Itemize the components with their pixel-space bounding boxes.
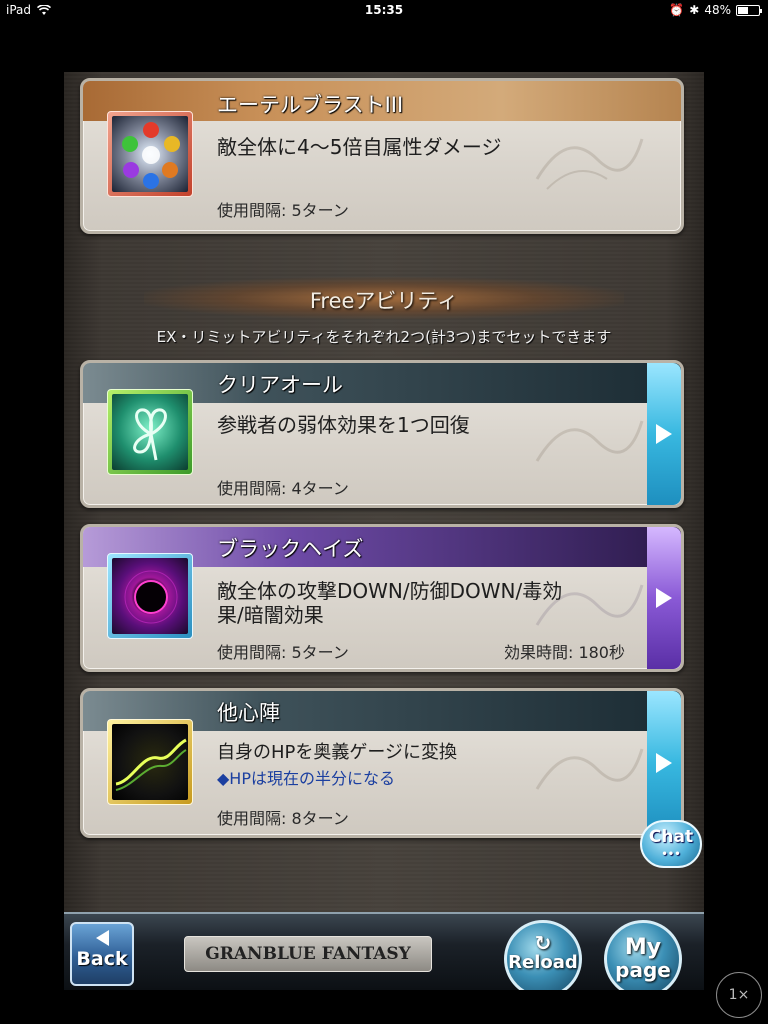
zoom-button[interactable]: 1× <box>716 972 762 1018</box>
footer-bar: Back GRANBLUE FANTASY ↻ Reload My page <box>64 912 704 990</box>
status-bar: iPad 15:35 ⏰ ✱ 48% <box>0 0 768 20</box>
ability-interval: 使用間隔: 4ターン <box>217 479 349 498</box>
section-title: Freeアビリティ <box>309 289 459 313</box>
ability-card-aether-blast[interactable]: エーテルブラストIII 敵全体に4〜5倍自属性ダメージ 使用間隔: 5ターン <box>80 78 684 234</box>
game-screen: エーテルブラストIII 敵全体に4〜5倍自属性ダメージ 使用間隔: 5ターン F… <box>64 72 704 990</box>
ability-description: 参戦者の弱体効果を1つ回復 <box>217 413 470 437</box>
ability-title: エーテルブラストIII <box>217 93 404 117</box>
back-arrow-icon <box>95 930 109 946</box>
black-haze-icon <box>124 570 178 624</box>
status-time: 15:35 <box>364 3 404 17</box>
reload-label: Reload <box>508 952 578 973</box>
ability-effect-time: 効果時間: 180秒 <box>503 643 625 662</box>
wave-icon <box>115 738 187 791</box>
chevron-right-icon <box>656 588 672 608</box>
ability-description-line1: 敵全体の攻撃DOWN/防御DOWN/毒効 <box>217 579 563 603</box>
ability-interval: 使用間隔: 5ターン <box>217 643 349 662</box>
ability-detail-arrow[interactable] <box>647 527 681 669</box>
alarm-icon: ⏰ <box>669 3 685 17</box>
game-logo: GRANBLUE FANTASY <box>184 936 432 972</box>
ability-icon-frame <box>107 389 193 475</box>
chevron-right-icon <box>656 424 672 444</box>
mypage-button[interactable]: My page <box>604 920 682 990</box>
chevron-right-icon <box>656 753 672 773</box>
ability-icon-frame <box>107 111 193 197</box>
ability-detail-arrow[interactable] <box>647 691 681 835</box>
back-label: Back <box>76 948 128 970</box>
battery-icon <box>736 4 762 16</box>
back-button[interactable]: Back <box>70 922 134 986</box>
chat-button[interactable]: Chat ••• <box>640 820 702 868</box>
ability-icon-frame <box>107 719 193 805</box>
bluetooth-icon: ✱ <box>689 3 700 17</box>
ability-description-line2: 果/暗闇効果 <box>217 603 324 627</box>
mypage-label-line2: page <box>615 958 671 982</box>
decoration-icon <box>535 584 644 626</box>
clover-icon <box>133 408 167 461</box>
chat-label: Chat <box>648 827 694 847</box>
ability-detail-arrow[interactable] <box>647 363 681 505</box>
chat-dots-icon: ••• <box>661 849 681 860</box>
ability-sub-note: ◆HPは現在の半分になる <box>217 769 395 788</box>
ability-title: クリアオール <box>217 373 343 397</box>
ability-title: 他心陣 <box>217 701 280 725</box>
reload-button[interactable]: ↻ Reload <box>504 920 582 990</box>
ability-interval: 使用間隔: 5ターン <box>217 201 349 220</box>
decoration-icon <box>535 420 644 462</box>
ability-icon-frame <box>107 553 193 639</box>
decoration-icon <box>535 138 644 190</box>
ability-interval: 使用間隔: 8ターン <box>217 809 349 828</box>
ability-card-black-haze[interactable]: ブラックヘイズ 敵全体の攻撃DOWN/防御DOWN/毒効 果/暗闇効果 使用間隔… <box>80 524 684 672</box>
mypage-label-line1: My <box>624 935 662 960</box>
battery-percent: 48% <box>704 3 731 17</box>
ability-description: 自身のHPを奥義ゲージに変換 <box>217 742 458 763</box>
ability-title: ブラックヘイズ <box>217 537 364 561</box>
elements-icon <box>122 122 180 189</box>
ability-description: 敵全体に4〜5倍自属性ダメージ <box>217 135 502 159</box>
section-note: EX・リミットアビリティをそれぞれ2つ(計3つ)までセットできます <box>156 328 612 346</box>
ability-card-clear-all[interactable]: クリアオール 参戦者の弱体効果を1つ回復 使用間隔: 4ターン <box>80 360 684 508</box>
decoration-icon <box>535 748 644 790</box>
reload-icon: ↻ <box>534 931 552 955</box>
ability-card-tashinjin[interactable]: 他心陣 自身のHPを奥義ゲージに変換 ◆HPは現在の半分になる 使用間隔: 8タ… <box>80 688 684 838</box>
